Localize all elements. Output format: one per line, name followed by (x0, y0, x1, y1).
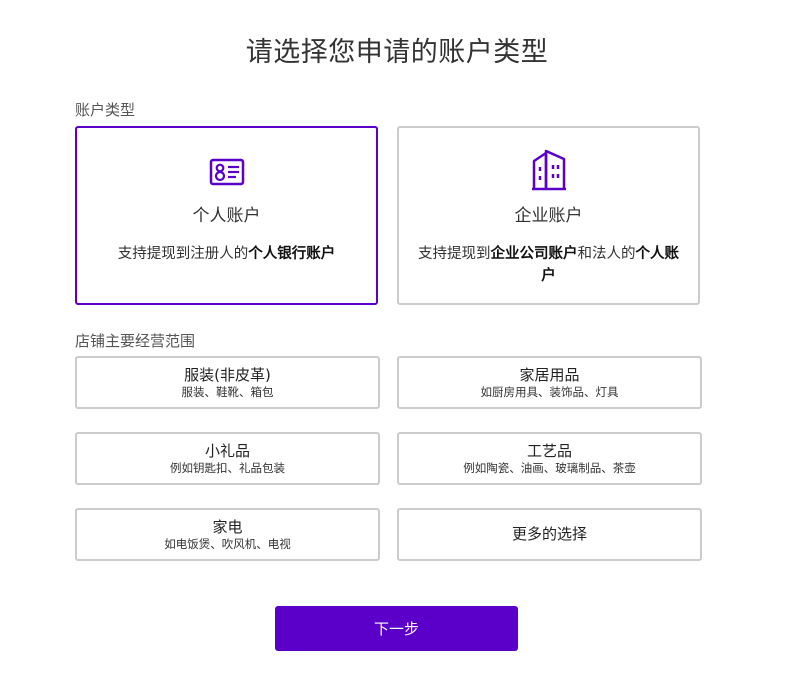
category-subtitle: 例如钥匙扣、礼品包装 (170, 461, 285, 475)
category-subtitle: 如厨房用具、装饰品、灯具 (480, 385, 619, 399)
category-home-goods[interactable]: 家居用品 如厨房用具、装饰品、灯具 (397, 356, 702, 409)
category-small-gifts[interactable]: 小礼品 例如钥匙扣、礼品包装 (75, 432, 380, 485)
business-account-card[interactable]: 企业账户 支持提现到企业公司账户和法人的个人账户 (397, 126, 700, 305)
business-scope-label: 店铺主要经营范围 (75, 332, 196, 350)
category-title: 更多的选择 (511, 525, 587, 543)
id-card-icon (77, 158, 376, 186)
page-title: 请选择您申请的账户类型 (245, 37, 549, 68)
category-subtitle: 如电饭煲、吹风机、电视 (164, 537, 291, 551)
business-account-desc: 支持提现到企业公司账户和法人的个人账户 (418, 246, 679, 284)
category-crafts[interactable]: 工艺品 例如陶瓷、油画、玻璃制品、茶壶 (397, 432, 702, 485)
buildings-icon (399, 149, 698, 191)
category-title: 家居用品 (519, 366, 580, 384)
category-title: 家电 (212, 518, 243, 536)
category-title: 小礼品 (204, 442, 250, 460)
category-subtitle: 服装、鞋靴、箱包 (181, 385, 274, 399)
personal-account-desc: 支持提现到注册人的个人银行账户 (117, 246, 336, 262)
personal-account-name: 个人账户 (192, 206, 261, 226)
business-account-name: 企业账户 (514, 206, 583, 226)
category-title: 工艺品 (526, 442, 572, 460)
category-appliances[interactable]: 家电 如电饭煲、吹风机、电视 (75, 508, 380, 561)
next-step-button[interactable]: 下一步 (275, 606, 518, 651)
category-title: 服装(非皮革) (184, 366, 271, 384)
category-subtitle: 例如陶瓷、油画、玻璃制品、茶壶 (463, 461, 636, 475)
category-more-options[interactable]: 更多的选择 (397, 508, 702, 561)
account-type-label: 账户类型 (75, 101, 136, 119)
personal-account-card[interactable]: 个人账户 支持提现到注册人的个人银行账户 (75, 126, 378, 305)
category-clothing[interactable]: 服装(非皮革) 服装、鞋靴、箱包 (75, 356, 380, 409)
